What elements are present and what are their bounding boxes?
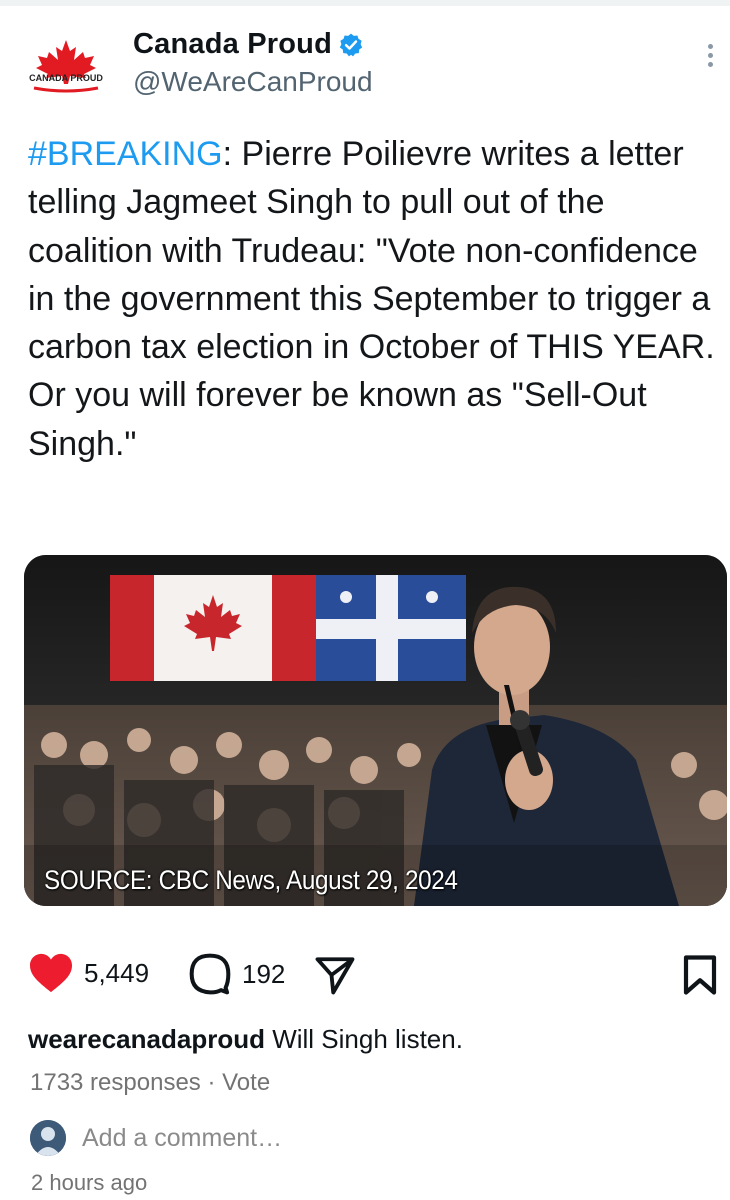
share-button[interactable] bbox=[314, 954, 356, 996]
caption-username[interactable]: wearecanadaproud bbox=[28, 1024, 265, 1054]
post-body-text: : Pierre Poilievre writes a letter telli… bbox=[28, 135, 715, 463]
more-options-icon[interactable] bbox=[700, 44, 720, 74]
user-avatar bbox=[30, 1120, 66, 1156]
rally-photo-illustration bbox=[24, 555, 727, 906]
author-display-name[interactable]: Canada Proud bbox=[133, 28, 332, 61]
canada-flag bbox=[110, 575, 316, 681]
top-divider bbox=[0, 0, 730, 6]
action-bar: 5,449 192 bbox=[28, 952, 720, 1004]
caption-text: Will Singh listen. bbox=[272, 1024, 463, 1054]
profile-avatar-logo[interactable]: CANADA PROUD bbox=[28, 38, 104, 96]
share-icon bbox=[315, 957, 355, 995]
quebec-flag bbox=[316, 575, 466, 681]
logo-text: CANADA PROUD bbox=[29, 73, 103, 83]
caption-comment: wearecanadaproud Will Singh listen. bbox=[28, 1024, 463, 1055]
like-button[interactable]: 5,449 bbox=[28, 952, 149, 994]
post-text: #BREAKING: Pierre Poilievre writes a let… bbox=[28, 130, 718, 468]
verified-badge-icon bbox=[339, 33, 363, 56]
post-photo[interactable]: SOURCE: CBC News, August 29, 2024 bbox=[24, 555, 727, 906]
like-count: 5,449 bbox=[84, 957, 150, 988]
user-avatar-image bbox=[30, 1120, 66, 1156]
responses-link[interactable]: 1733 responses · Vote bbox=[30, 1069, 270, 1097]
hashtag-link[interactable]: #BREAKING bbox=[28, 135, 223, 173]
author-handle[interactable]: @WeAreCanProud bbox=[133, 66, 373, 98]
comment-bubble-icon bbox=[189, 953, 231, 995]
heart-icon bbox=[30, 953, 72, 993]
comment-button[interactable]: 192 bbox=[188, 952, 285, 996]
bookmark-button[interactable] bbox=[680, 954, 720, 996]
comment-count: 192 bbox=[242, 958, 286, 989]
add-comment-input[interactable]: Add a comment… bbox=[82, 1124, 282, 1153]
author-name-row: Canada Proud bbox=[133, 28, 364, 61]
photo-source-caption: SOURCE: CBC News, August 29, 2024 bbox=[44, 865, 458, 895]
post-timestamp: 2 hours ago bbox=[31, 1170, 148, 1195]
maple-leaf-logo: CANADA PROUD bbox=[29, 40, 103, 93]
bookmark-icon bbox=[683, 955, 717, 995]
